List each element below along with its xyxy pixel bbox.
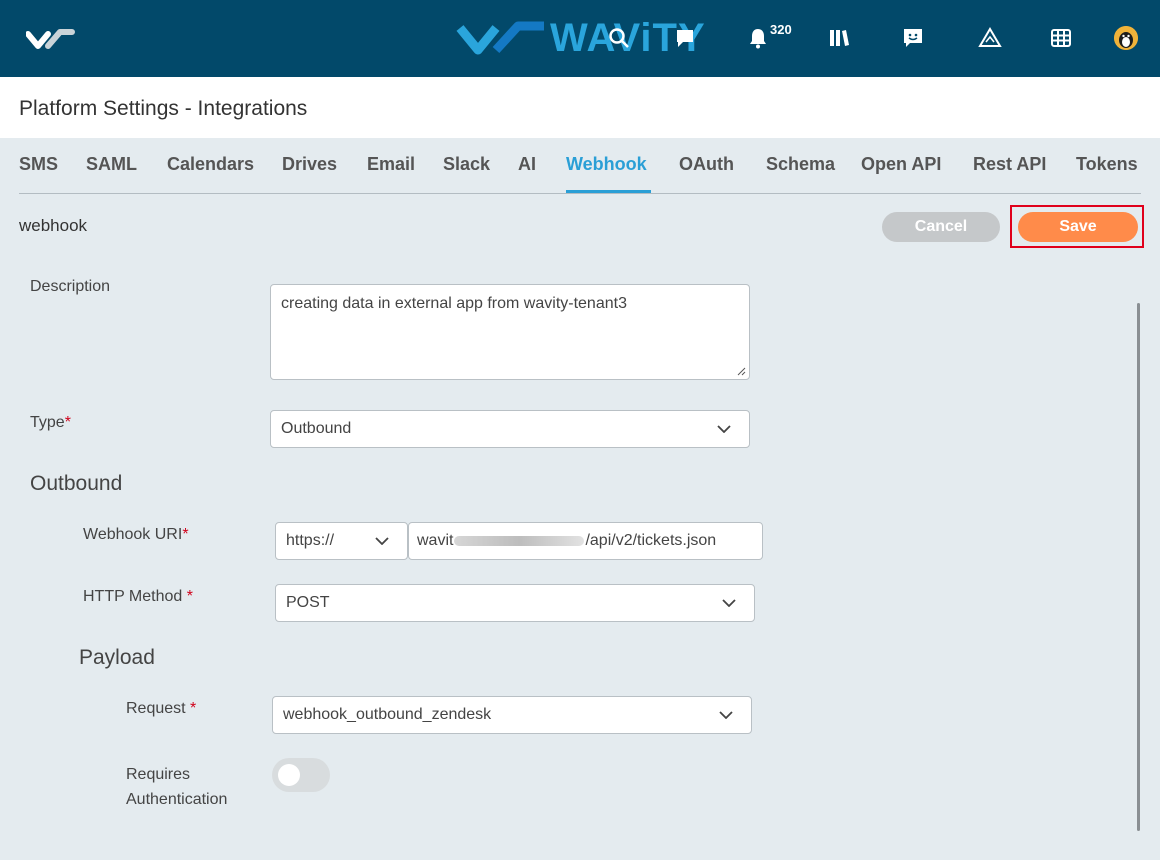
- chevron-down-icon: [717, 425, 731, 433]
- chat-bubble-icon[interactable]: [672, 24, 698, 52]
- grid-icon[interactable]: [1048, 24, 1074, 52]
- library-icon[interactable]: [826, 24, 852, 52]
- tab-tokens[interactable]: Tokens: [1076, 154, 1138, 175]
- section-name: webhook: [19, 216, 88, 235]
- top-bar: WAViTY 320: [0, 0, 1160, 77]
- save-button-highlight: [1010, 205, 1144, 248]
- type-label: Type*: [30, 414, 71, 431]
- brand-logo: WAViTY: [456, 16, 706, 60]
- cancel-button[interactable]: Cancel: [882, 212, 1000, 242]
- wavity-mark-icon[interactable]: [26, 26, 76, 52]
- type-select[interactable]: Outbound: [270, 410, 750, 448]
- uri-suffix: /api/v2/tickets.json: [585, 532, 717, 549]
- tab-oauth[interactable]: OAuth: [679, 154, 734, 175]
- tab-ai[interactable]: AI: [518, 154, 536, 175]
- page-header: Platform Settings - Integrations: [0, 77, 1160, 138]
- outbound-heading: Outbound: [30, 472, 123, 495]
- http-method-label: HTTP Method *: [83, 588, 193, 605]
- integration-tabs: SMS SAML Calendars Drives Email Slack AI…: [19, 138, 1141, 194]
- http-method-value: POST: [286, 594, 330, 611]
- page-title: Platform Settings - Integrations: [19, 97, 308, 120]
- bell-icon[interactable]: [745, 24, 771, 52]
- type-value: Outbound: [281, 420, 352, 437]
- tab-open-api[interactable]: Open API: [861, 154, 941, 175]
- tab-email[interactable]: Email: [367, 154, 415, 175]
- requires-auth-label: Requires Authentication: [126, 766, 228, 808]
- description-textarea[interactable]: creating data in external app from wavit…: [270, 284, 750, 380]
- tab-slack[interactable]: Slack: [443, 154, 490, 175]
- description-value: creating data in external app from wavit…: [281, 295, 627, 312]
- uri-scheme-select[interactable]: https://: [275, 522, 408, 560]
- active-tab-indicator: [566, 190, 651, 193]
- tab-rest-api[interactable]: Rest API: [973, 154, 1046, 175]
- webhook-uri-input[interactable]: wavit /api/v2/tickets.json: [408, 522, 763, 560]
- http-method-select[interactable]: POST: [275, 584, 755, 622]
- redacted-domain: [454, 536, 585, 546]
- tab-schema[interactable]: Schema: [766, 154, 835, 175]
- tab-drives[interactable]: Drives: [282, 154, 337, 175]
- workflow-triangle-icon[interactable]: [977, 24, 1003, 52]
- resize-handle-icon[interactable]: [737, 367, 746, 376]
- brand-check-icon: [456, 21, 544, 55]
- uri-prefix: wavit: [417, 532, 454, 549]
- webhook-uri-label: Webhook URI*: [83, 526, 189, 543]
- request-select[interactable]: webhook_outbound_zendesk: [272, 696, 752, 734]
- tab-saml[interactable]: SAML: [86, 154, 137, 175]
- chevron-down-icon: [722, 599, 736, 607]
- description-label: Description: [30, 278, 111, 295]
- chevron-down-icon: [719, 711, 733, 719]
- notification-badge: 320: [770, 22, 792, 37]
- user-avatar[interactable]: [1114, 26, 1138, 50]
- payload-heading: Payload: [79, 646, 155, 669]
- request-value: webhook_outbound_zendesk: [283, 706, 492, 723]
- search-icon[interactable]: [606, 24, 632, 52]
- tab-webhook[interactable]: Webhook: [566, 154, 647, 175]
- requires-auth-toggle[interactable]: [272, 758, 330, 792]
- toggle-knob: [278, 764, 300, 786]
- uri-scheme-value: https://: [286, 532, 335, 549]
- scrollbar[interactable]: [1137, 303, 1140, 831]
- request-label: Request *: [126, 700, 197, 717]
- smiley-chat-icon[interactable]: [900, 24, 926, 52]
- tab-sms[interactable]: SMS: [19, 154, 58, 175]
- chevron-down-icon: [375, 537, 389, 545]
- tab-calendars[interactable]: Calendars: [167, 154, 254, 175]
